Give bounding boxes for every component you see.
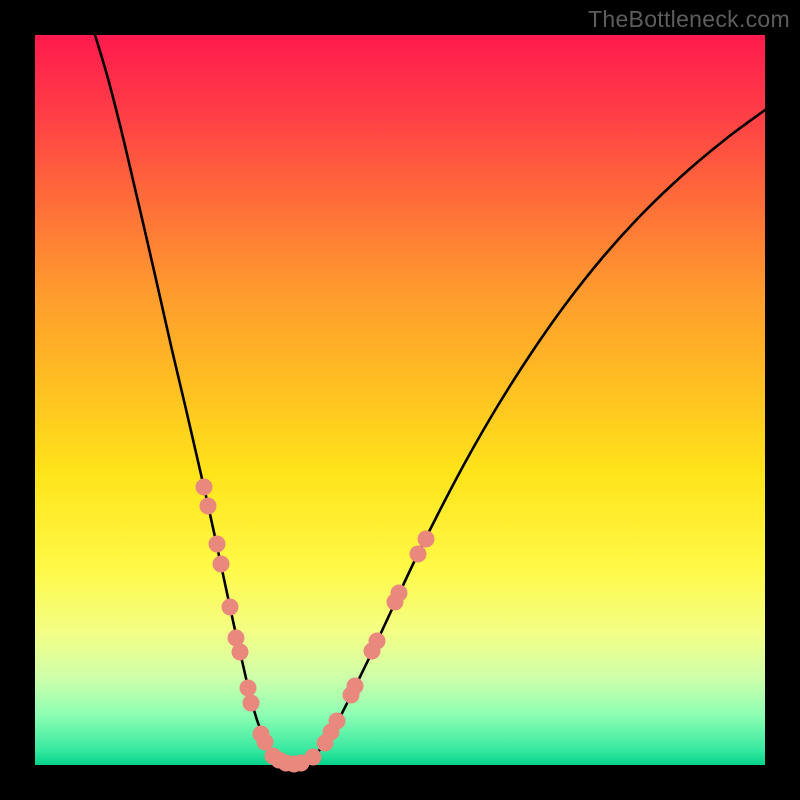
- marker-dot: [209, 536, 226, 553]
- chart-svg: [35, 35, 765, 765]
- marker-dot: [243, 695, 260, 712]
- line-series-group: [95, 35, 765, 765]
- marker-dot: [369, 633, 386, 650]
- marker-dot: [391, 585, 408, 602]
- marker-group: [196, 479, 435, 773]
- marker-dot: [410, 546, 427, 563]
- marker-dot: [222, 599, 239, 616]
- marker-dot: [196, 479, 213, 496]
- marker-dot: [329, 713, 346, 730]
- outer-frame: TheBottleneck.com: [0, 0, 800, 800]
- series-right-branch: [293, 110, 765, 765]
- plot-area: [35, 35, 765, 765]
- marker-dot: [232, 644, 249, 661]
- marker-dot: [418, 531, 435, 548]
- series-left-branch: [95, 35, 293, 765]
- marker-dot: [305, 749, 322, 766]
- marker-dot: [347, 678, 364, 695]
- watermark-text: TheBottleneck.com: [588, 6, 790, 33]
- marker-dot: [240, 680, 257, 697]
- marker-dot: [213, 556, 230, 573]
- marker-dot: [200, 498, 217, 515]
